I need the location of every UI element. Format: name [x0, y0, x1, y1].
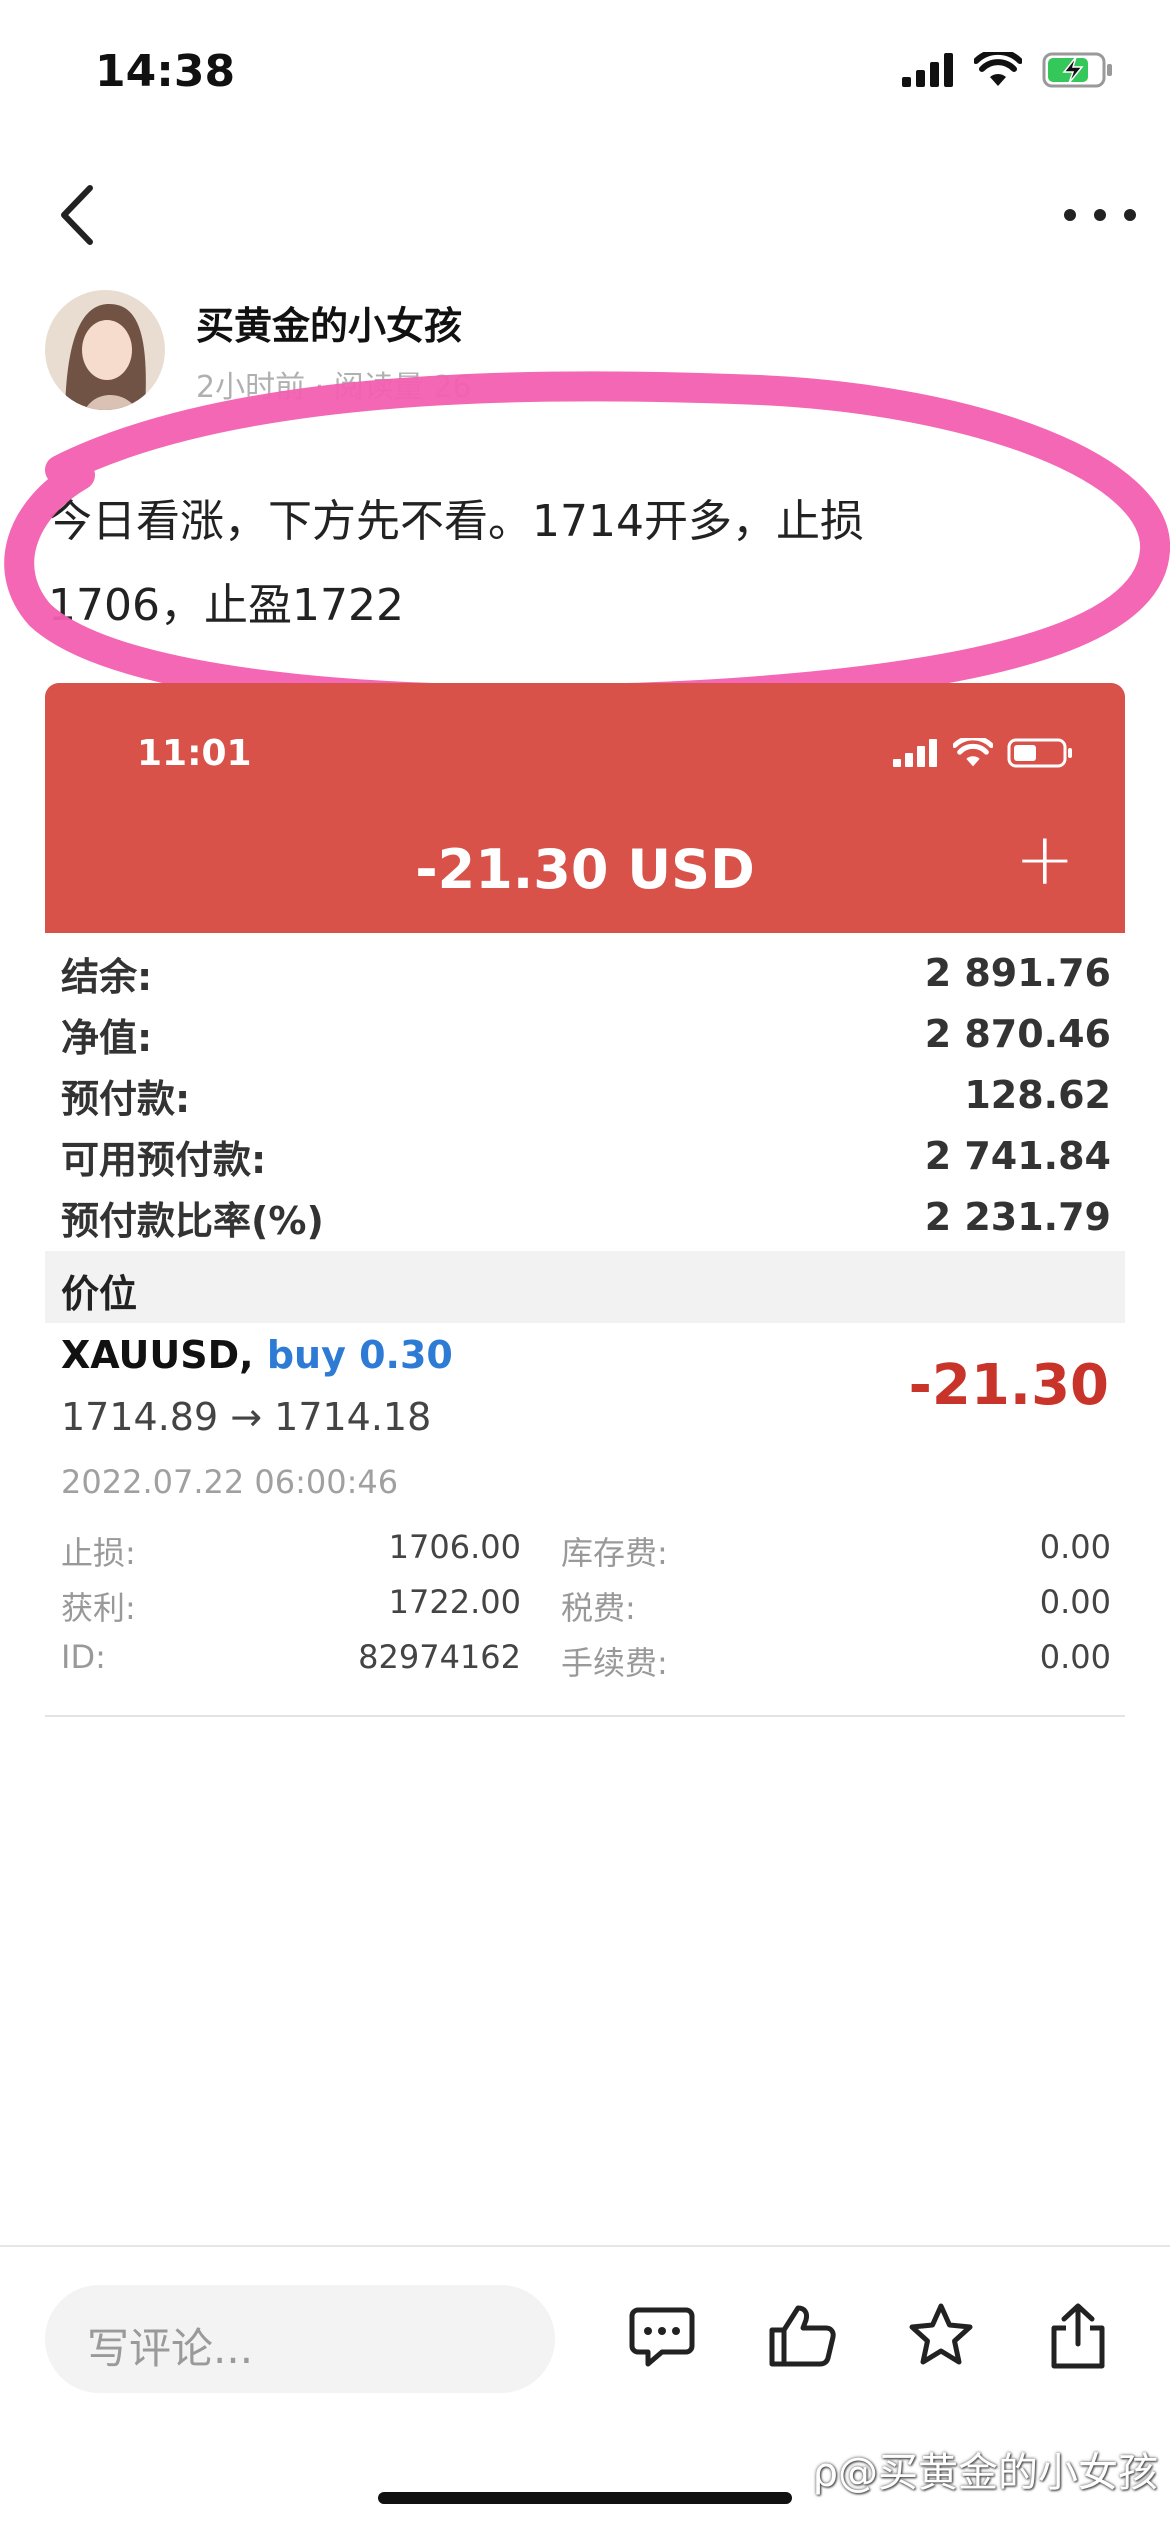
section-label: 价位: [61, 1272, 138, 1316]
account-label: 结余:: [61, 954, 153, 999]
detail-value: 1722.00: [388, 1583, 521, 1621]
position-detail-row: 获利: 1722.00 税费: 0.00: [61, 1583, 1111, 1635]
trade-header: 11:01 -21.30 USD +: [45, 683, 1125, 933]
account-row-margin: 预付款: 128.62: [61, 1065, 1111, 1125]
detail-value: 0.00: [1039, 1583, 1111, 1621]
position-detail-row: ID: 82974162 手续费: 0.00: [61, 1638, 1111, 1690]
divider: [0, 2245, 1170, 2247]
account-value: 2 231.79: [924, 1195, 1111, 1239]
detail-label: 获利:: [61, 1589, 136, 1627]
star-favorite-icon[interactable]: [905, 2300, 977, 2372]
position-symbol[interactable]: XAUUSD, buy 0.30: [61, 1333, 453, 1377]
detail-label: 税费:: [561, 1589, 636, 1627]
detail-value: 82974162: [358, 1638, 521, 1676]
account-value: 2 891.76: [924, 951, 1111, 995]
watermark-text: @买黄金的小女孩: [838, 2450, 1158, 2496]
inner-status-icons: [893, 738, 1073, 768]
detail-label: 止损:: [61, 1534, 136, 1572]
author-avatar[interactable]: [45, 290, 165, 410]
account-value: 2 870.46: [924, 1012, 1111, 1056]
battery-charging-icon: [1042, 52, 1112, 88]
signal-icon: [893, 739, 937, 767]
account-label: 净值:: [61, 1015, 153, 1060]
comment-icon[interactable]: [626, 2300, 698, 2372]
watermark-logo-icon: ρ: [812, 2450, 838, 2496]
position-detail-row: 止损: 1706.00 库存费: 0.00: [61, 1528, 1111, 1580]
account-label: 预付款:: [61, 1076, 191, 1121]
detail-label: 手续费:: [561, 1644, 668, 1682]
detail-label: ID:: [61, 1638, 106, 1676]
back-chevron-icon[interactable]: [50, 180, 110, 250]
post-meta: 2小时前 · 阅读量 26: [196, 370, 472, 405]
detail-value: 0.00: [1039, 1528, 1111, 1566]
inner-status-time: 11:01: [137, 733, 252, 774]
account-row-free-margin: 可用预付款: 2 741.84: [61, 1126, 1111, 1186]
post-line-1: 今日看涨，下方先不看。1714开多，止损: [48, 496, 864, 547]
comment-placeholder: 写评论...: [87, 2324, 254, 2373]
post-text: 今日看涨，下方先不看。1714开多，止损 1706，止盈1722: [48, 480, 1128, 648]
share-icon[interactable]: [1042, 2300, 1114, 2372]
watermark: ρ@买黄金的小女孩: [813, 2440, 1158, 2498]
account-value: 128.62: [964, 1073, 1111, 1117]
account-row-margin-level: 预付款比率(%) 2 231.79: [61, 1187, 1111, 1247]
symbol-name: XAUUSD,: [61, 1333, 254, 1377]
signal-icon: [902, 53, 953, 87]
detail-value: 0.00: [1039, 1638, 1111, 1676]
account-label: 可用预付款:: [61, 1137, 267, 1182]
position-prices: 1714.89 → 1714.18: [61, 1395, 432, 1439]
add-order-button[interactable]: +: [1015, 823, 1075, 895]
post-line-2: 1706，止盈1722: [48, 580, 404, 631]
like-thumb-icon[interactable]: [766, 2300, 838, 2372]
author-name[interactable]: 买黄金的小女孩: [196, 295, 462, 350]
detail-label: 库存费:: [561, 1534, 668, 1572]
status-icons: [902, 52, 1114, 88]
account-value: 2 741.84: [924, 1134, 1111, 1178]
trade-screenshot[interactable]: 11:01 -21.30 USD + 结余: 2 891.76 净值: 2 87…: [45, 683, 1125, 1717]
total-profit-loss: -21.30 USD: [415, 838, 755, 901]
battery-icon: [1007, 738, 1072, 768]
position-profit-loss: -21.30: [908, 1353, 1109, 1418]
wifi-icon: [953, 738, 993, 767]
position-side: buy 0.30: [266, 1333, 453, 1377]
comment-input[interactable]: 写评论...: [45, 2285, 555, 2393]
status-time: 14:38: [95, 46, 236, 97]
detail-value: 1706.00: [388, 1528, 521, 1566]
account-row-equity: 净值: 2 870.46: [61, 1004, 1111, 1064]
wifi-icon: [974, 52, 1022, 86]
home-indicator[interactable]: [378, 2492, 792, 2504]
more-options-icon[interactable]: [1060, 195, 1140, 235]
account-label: 预付款比率(%): [61, 1198, 324, 1243]
positions-section-header: 价位: [45, 1251, 1125, 1323]
account-row-balance: 结余: 2 891.76: [61, 943, 1111, 1003]
position-time: 2022.07.22 06:00:46: [61, 1463, 399, 1501]
divider: [45, 1715, 1125, 1717]
